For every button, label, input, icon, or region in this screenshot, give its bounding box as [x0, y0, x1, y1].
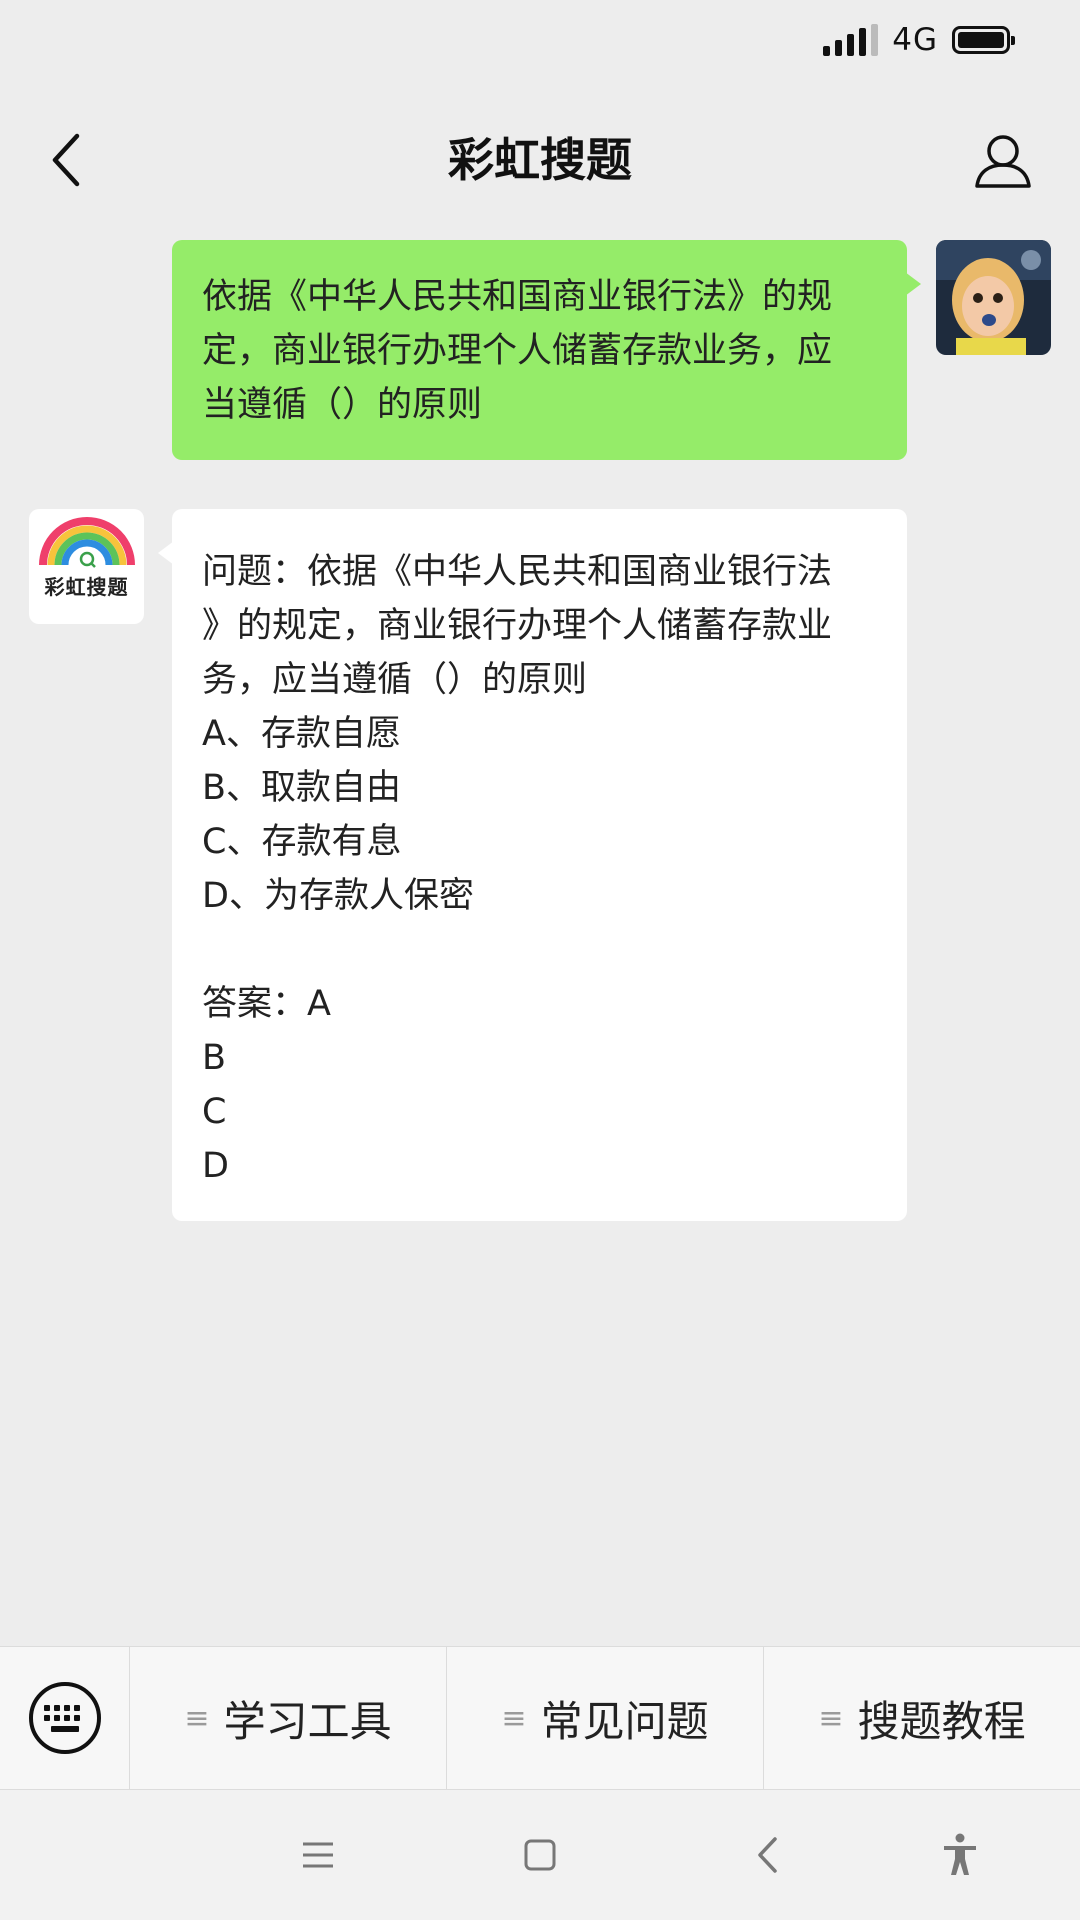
keyboard-icon — [28, 1682, 101, 1754]
menu-item-tutorial[interactable]: ≡ 搜题教程 — [763, 1647, 1080, 1789]
answer-line: D — [202, 1146, 229, 1186]
menu-item-study-tools[interactable]: ≡ 学习工具 — [130, 1647, 446, 1789]
page-title: 彩虹搜题 — [448, 133, 632, 187]
option-b: B、取款自由 — [202, 768, 402, 808]
menu-lines-icon: ≡ — [501, 1700, 527, 1736]
incoming-message-bubble[interactable]: 问题：依据《中华人民共和国商业银行法 》的规定，商业银行办理个人储蓄存款业 务，… — [158, 509, 907, 1221]
menu-lines-icon: ≡ — [184, 1700, 210, 1736]
recent-apps-button[interactable] — [288, 1825, 348, 1885]
accessibility-icon — [944, 1833, 976, 1875]
bot-avatar-label: 彩虹搜题 — [44, 575, 129, 599]
chat-screen: 4G 彩虹搜题 依据《中华人民共和国商业银行法》的规 定，商业银行办理个人储蓄存… — [0, 0, 1080, 1920]
outgoing-message-bubble[interactable]: 依据《中华人民共和国商业银行法》的规 定，商业银行办理个人储蓄存款业务，应 当遵… — [172, 240, 921, 460]
profile-button[interactable] — [972, 130, 1034, 192]
system-navigation-bar — [0, 1790, 1080, 1920]
menu-lines-icon: ≡ — [818, 1700, 844, 1736]
status-bar: 4G — [0, 0, 1080, 80]
answer-line: B — [202, 1038, 227, 1078]
bot-avatar[interactable]: 彩虹搜题 — [29, 509, 144, 624]
option-c: C、存款有息 — [202, 822, 402, 862]
menu-item-label: 学习工具 — [223, 1696, 392, 1746]
message-line: 依据《中华人民共和国商业银行法》的规 — [202, 277, 833, 317]
message-line: 务，应当遵循（）的原则 — [202, 660, 588, 700]
message-line: 定，商业银行办理个人储蓄存款业务，应 — [202, 331, 833, 371]
recent-apps-icon — [303, 1842, 333, 1868]
battery-icon — [952, 26, 1015, 54]
user-avatar[interactable] — [936, 240, 1051, 355]
signal-icon — [823, 24, 879, 56]
person-icon — [975, 135, 1031, 188]
message-line: 问题：依据《中华人民共和国商业银行法 — [202, 552, 833, 592]
answer-line: C — [202, 1092, 227, 1132]
option-d: D、为存款人保密 — [202, 876, 474, 916]
menu-item-faq[interactable]: ≡ 常见问题 — [446, 1647, 763, 1789]
rainbow-logo-icon — [38, 517, 135, 568]
message-line: 当遵循（）的原则 — [202, 385, 483, 425]
top-app-bar: 彩虹搜题 — [0, 100, 1080, 220]
back-icon — [758, 1837, 777, 1873]
menu-item-label: 搜题教程 — [857, 1696, 1026, 1746]
bottom-menu-bar: ≡ 学习工具 ≡ 常见问题 ≡ 搜题教程 — [0, 1646, 1080, 1790]
answer-line: 答案：A — [202, 984, 331, 1024]
keyboard-toggle-button[interactable] — [0, 1647, 130, 1789]
message-line: 》的规定，商业银行办理个人储蓄存款业 — [202, 606, 833, 646]
menu-item-label: 常见问题 — [540, 1696, 709, 1746]
home-icon — [524, 1839, 556, 1871]
option-a: A、存款自愿 — [202, 714, 401, 754]
home-button[interactable] — [510, 1825, 570, 1885]
accessibility-button[interactable] — [930, 1825, 990, 1885]
back-nav-button[interactable] — [737, 1825, 797, 1885]
network-type: 4G — [892, 22, 938, 58]
